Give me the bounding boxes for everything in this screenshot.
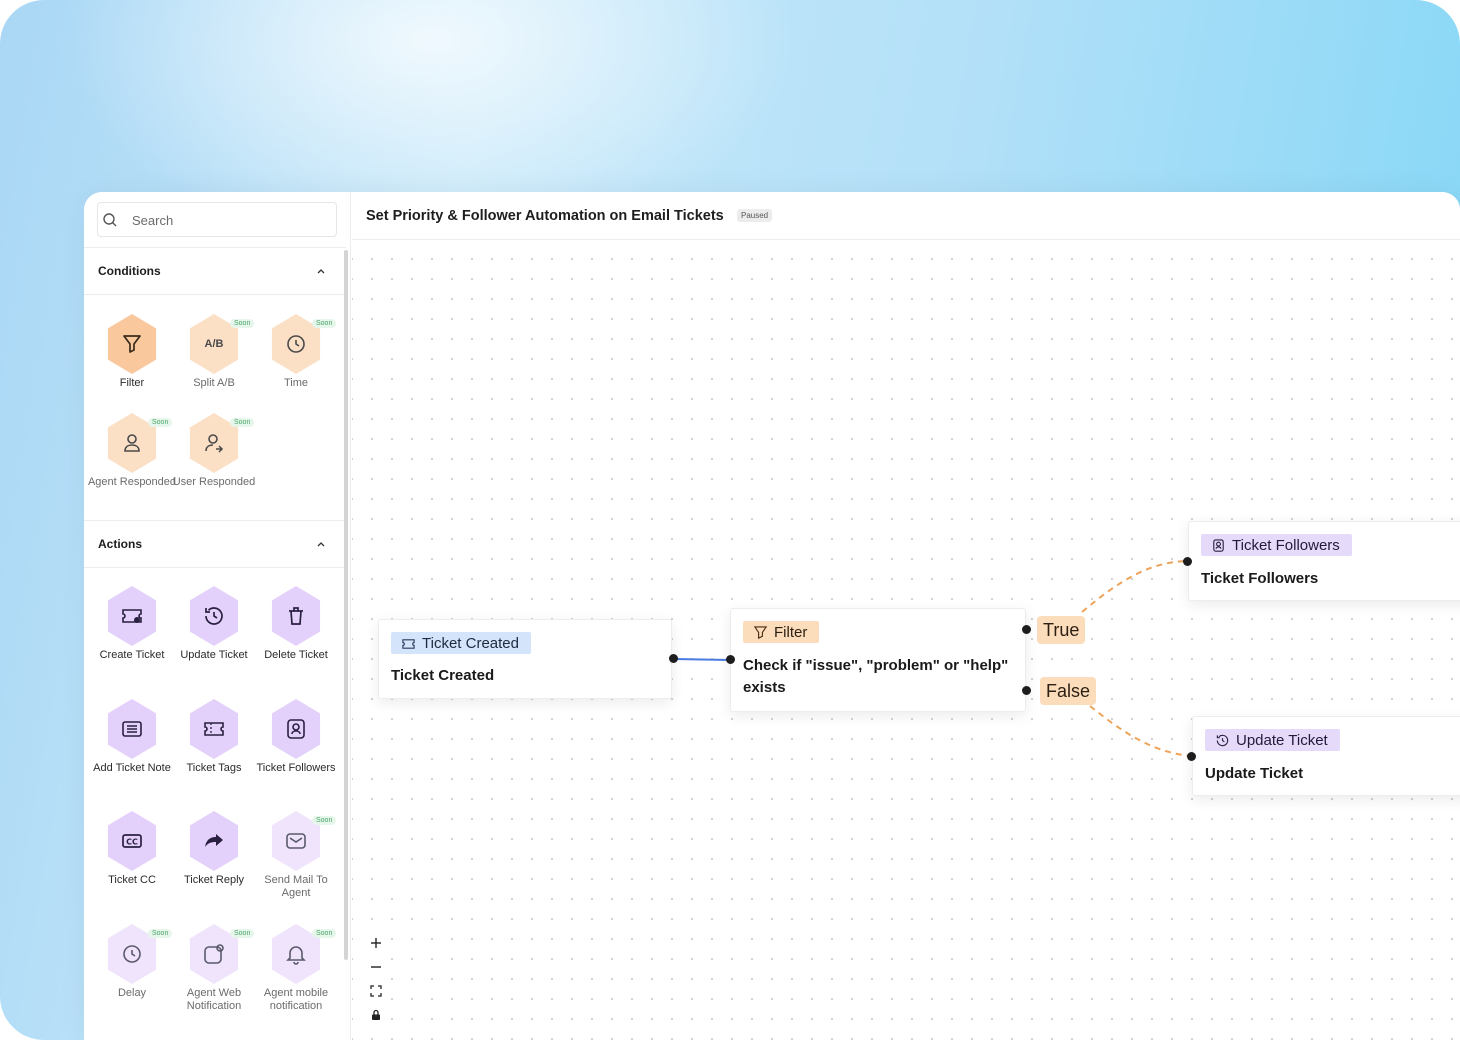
soon-badge: Soon <box>230 418 255 427</box>
svg-text:CC: CC <box>126 838 138 847</box>
node-body-line1: Check if "issue", "problem" or "help" <box>743 657 1009 674</box>
status-badge: Paused <box>737 209 773 222</box>
chevron-up-icon[interactable] <box>316 539 326 549</box>
condition-time[interactable]: Soon Time <box>250 314 340 414</box>
false-output-handle[interactable] <box>1022 686 1031 695</box>
ticket-add-icon <box>107 586 157 646</box>
sidebar-scrollbar[interactable] <box>344 250 348 960</box>
input-handle[interactable] <box>1183 557 1192 566</box>
condition-split-ab[interactable]: A/B Soon Split A/B <box>168 314 258 414</box>
fit-view-button[interactable] <box>366 981 386 1001</box>
reply-arrow-icon <box>189 811 239 871</box>
ticket-icon <box>402 638 415 649</box>
action-create-ticket[interactable]: Create Ticket <box>86 586 176 686</box>
action-label: Add Ticket Note <box>93 762 171 774</box>
action-label: Ticket Followers <box>256 762 336 774</box>
action-delete-ticket[interactable]: Delete Ticket <box>250 586 340 686</box>
lock-icon <box>372 1009 380 1020</box>
action-ticket-followers[interactable]: Ticket Followers <box>250 699 340 799</box>
node-body: Update Ticket <box>1205 765 1304 782</box>
action-label: Agent mobile notification <box>263 987 329 1012</box>
conditions-title: Conditions <box>98 264 161 278</box>
action-ticket-cc[interactable]: CC Ticket CC <box>86 811 176 911</box>
zoom-out-button[interactable] <box>366 957 386 977</box>
node-filter[interactable]: Filter Check if "issue", "problem" or "h… <box>730 608 1026 712</box>
actions-section-header[interactable]: Actions <box>84 520 346 568</box>
workflow-header: Set Priority & Follower Automation on Em… <box>352 192 1460 240</box>
search-icon <box>103 213 117 227</box>
true-output-handle[interactable] <box>1022 625 1031 634</box>
history-icon <box>1216 734 1229 746</box>
action-label: Create Ticket <box>99 649 165 661</box>
note-icon <box>107 699 157 759</box>
input-handle[interactable] <box>726 655 735 664</box>
node-chip: Ticket Created <box>391 632 531 654</box>
action-label: Delete Ticket <box>264 649 328 661</box>
condition-label: Agent Responded <box>87 476 177 488</box>
filter-icon <box>753 625 768 639</box>
input-handle[interactable] <box>1187 752 1196 761</box>
filter-icon <box>107 314 157 374</box>
action-ticket-tags[interactable]: Ticket Tags <box>168 699 258 799</box>
soon-badge: Soon <box>312 929 337 938</box>
condition-user-responded[interactable]: Soon User Responded <box>168 413 258 513</box>
follower-icon <box>271 699 321 759</box>
action-label: Agent Web Notification <box>186 987 242 1012</box>
zoom-in-button[interactable] <box>366 933 386 953</box>
condition-label: User Responded <box>172 476 256 488</box>
condition-label: Time <box>283 377 309 389</box>
action-update-ticket[interactable]: Update Ticket <box>168 586 258 686</box>
action-label: Ticket CC <box>108 874 156 886</box>
node-ticket-followers[interactable]: Ticket Followers Ticket Followers <box>1188 521 1460 601</box>
condition-filter[interactable]: Filter <box>86 314 176 414</box>
search-box[interactable] <box>97 202 337 237</box>
follower-icon <box>1213 538 1224 552</box>
search-input[interactable] <box>132 211 322 229</box>
action-send-mail-to-agent[interactable]: Soon Send Mail To Agent <box>250 811 340 911</box>
condition-label: Split A/B <box>193 377 235 389</box>
node-update-ticket[interactable]: Update Ticket Update Ticket <box>1192 716 1460 796</box>
action-label: Ticket Tags <box>186 762 242 774</box>
action-add-ticket-note[interactable]: Add Ticket Note <box>86 699 176 799</box>
node-chip: Update Ticket <box>1205 729 1340 751</box>
action-ticket-reply[interactable]: Ticket Reply <box>168 811 258 911</box>
node-body: Ticket Created <box>391 667 495 684</box>
history-icon <box>189 586 239 646</box>
canvas-controls <box>364 930 388 1028</box>
zoom-out-icon <box>371 966 381 968</box>
node-body: Ticket Followers <box>1201 570 1319 587</box>
node-chip: Filter <box>743 621 820 643</box>
actions-title: Actions <box>98 537 143 551</box>
action-label: Delay <box>117 987 147 999</box>
action-agent-mobile-notification[interactable]: Soon Agent mobile notification <box>250 924 340 1024</box>
soon-badge: Soon <box>312 816 337 825</box>
trash-icon <box>271 586 321 646</box>
workflow-title: Set Priority & Follower Automation on Em… <box>366 208 724 224</box>
branch-true-label: True <box>1037 616 1086 644</box>
action-label: Ticket Reply <box>183 874 245 886</box>
action-label: Update Ticket <box>180 649 248 661</box>
condition-agent-responded[interactable]: Soon Agent Responded <box>86 413 176 513</box>
condition-label: Filter <box>119 377 145 389</box>
cc-icon: CC <box>107 811 157 871</box>
lock-button[interactable] <box>366 1005 386 1025</box>
zoom-in-icon <box>371 938 381 948</box>
conditions-section-header[interactable]: Conditions <box>84 247 346 295</box>
node-body-line2: exists <box>743 679 786 696</box>
action-delay[interactable]: Soon Delay <box>86 924 176 1024</box>
node-ticket-created[interactable]: Ticket Created Ticket Created <box>378 619 672 699</box>
fit-view-icon <box>370 985 382 997</box>
output-handle[interactable] <box>669 654 678 663</box>
ticket-icon <box>189 699 239 759</box>
action-agent-web-notification[interactable]: Soon Agent Web Notification <box>168 924 258 1024</box>
node-chip: Ticket Followers <box>1201 534 1352 556</box>
soon-badge: Soon <box>312 319 337 328</box>
node-palette-sidebar: Conditions Filter A/B Soon Split A/B Soo… <box>84 192 351 1040</box>
chevron-up-icon[interactable] <box>316 266 326 276</box>
action-label: Send Mail To Agent <box>264 874 328 899</box>
branch-false-label: False <box>1040 677 1097 705</box>
